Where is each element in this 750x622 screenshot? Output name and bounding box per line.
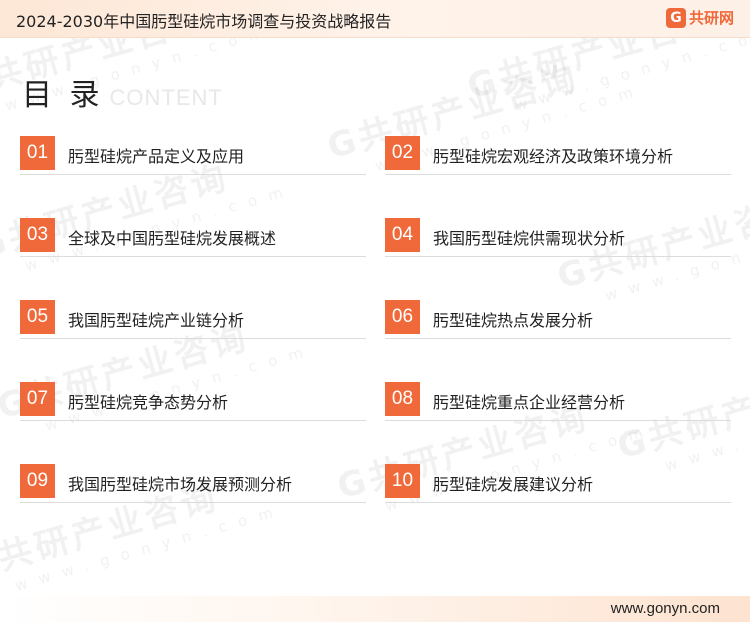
toc-item-label: 全球及中国肟型硅烷发展概述: [68, 229, 277, 248]
toc-item-03[interactable]: 03 全球及中国肟型硅烷发展概述: [20, 211, 366, 257]
toc-item-label: 肟型硅烷宏观经济及政策环境分析: [433, 147, 674, 166]
brand-name: 共研网: [688, 9, 734, 27]
toc-item-number: 06: [385, 300, 420, 334]
toc-heading: 目 录 CONTENT: [22, 70, 223, 114]
toc-item-number: 02: [385, 136, 420, 170]
toc-item-number: 07: [20, 382, 55, 416]
toc-title: 目 录: [22, 78, 104, 113]
toc-item-label: 肟型硅烷重点企业经营分析: [433, 393, 626, 412]
toc-item-label: 肟型硅烷热点发展分析: [433, 311, 594, 330]
toc-item-number: 03: [20, 218, 55, 252]
footer-url[interactable]: www.gonyn.com: [611, 600, 720, 617]
toc-item-09[interactable]: 09 我国肟型硅烷市场发展预测分析: [20, 457, 366, 503]
toc-item-05[interactable]: 05 我国肟型硅烷产业链分析: [20, 293, 366, 339]
toc-item-label: 我国肟型硅烷产业链分析: [68, 311, 245, 330]
toc-item-02[interactable]: 02 肟型硅烷宏观经济及政策环境分析: [385, 129, 731, 175]
toc-item-number: 01: [20, 136, 55, 170]
toc-item-label: 我国肟型硅烷供需现状分析: [433, 229, 626, 248]
brand-logo[interactable]: G 共研网: [665, 7, 734, 28]
toc-item-06[interactable]: 06 肟型硅烷热点发展分析: [385, 293, 731, 339]
header-bar: 2024-2030年中国肟型硅烷市场调查与投资战略报告 G 共研网: [0, 0, 750, 38]
toc-item-10[interactable]: 10 肟型硅烷发展建议分析: [385, 457, 731, 503]
toc-item-label: 肟型硅烷发展建议分析: [433, 475, 594, 494]
toc-item-number: 08: [385, 382, 420, 416]
toc-item-label: 肟型硅烷竞争态势分析: [68, 393, 229, 412]
toc-subtitle: CONTENT: [109, 85, 223, 110]
brand-g-icon: G: [665, 7, 686, 28]
toc-item-label: 我国肟型硅烷市场发展预测分析: [68, 475, 293, 494]
toc-item-01[interactable]: 01 肟型硅烷产品定义及应用: [20, 129, 366, 175]
toc-item-number: 05: [20, 300, 55, 334]
report-title: 2024-2030年中国肟型硅烷市场调查与投资战略报告: [16, 12, 392, 31]
toc-item-04[interactable]: 04 我国肟型硅烷供需现状分析: [385, 211, 731, 257]
toc-item-number: 04: [385, 218, 420, 252]
toc-item-label: 肟型硅烷产品定义及应用: [68, 147, 245, 166]
footer-bar: www.gonyn.com: [0, 596, 750, 622]
toc-item-number: 09: [20, 464, 55, 498]
toc-item-07[interactable]: 07 肟型硅烷竞争态势分析: [20, 375, 366, 421]
toc-item-08[interactable]: 08 肟型硅烷重点企业经营分析: [385, 375, 731, 421]
toc-item-number: 10: [385, 464, 420, 498]
